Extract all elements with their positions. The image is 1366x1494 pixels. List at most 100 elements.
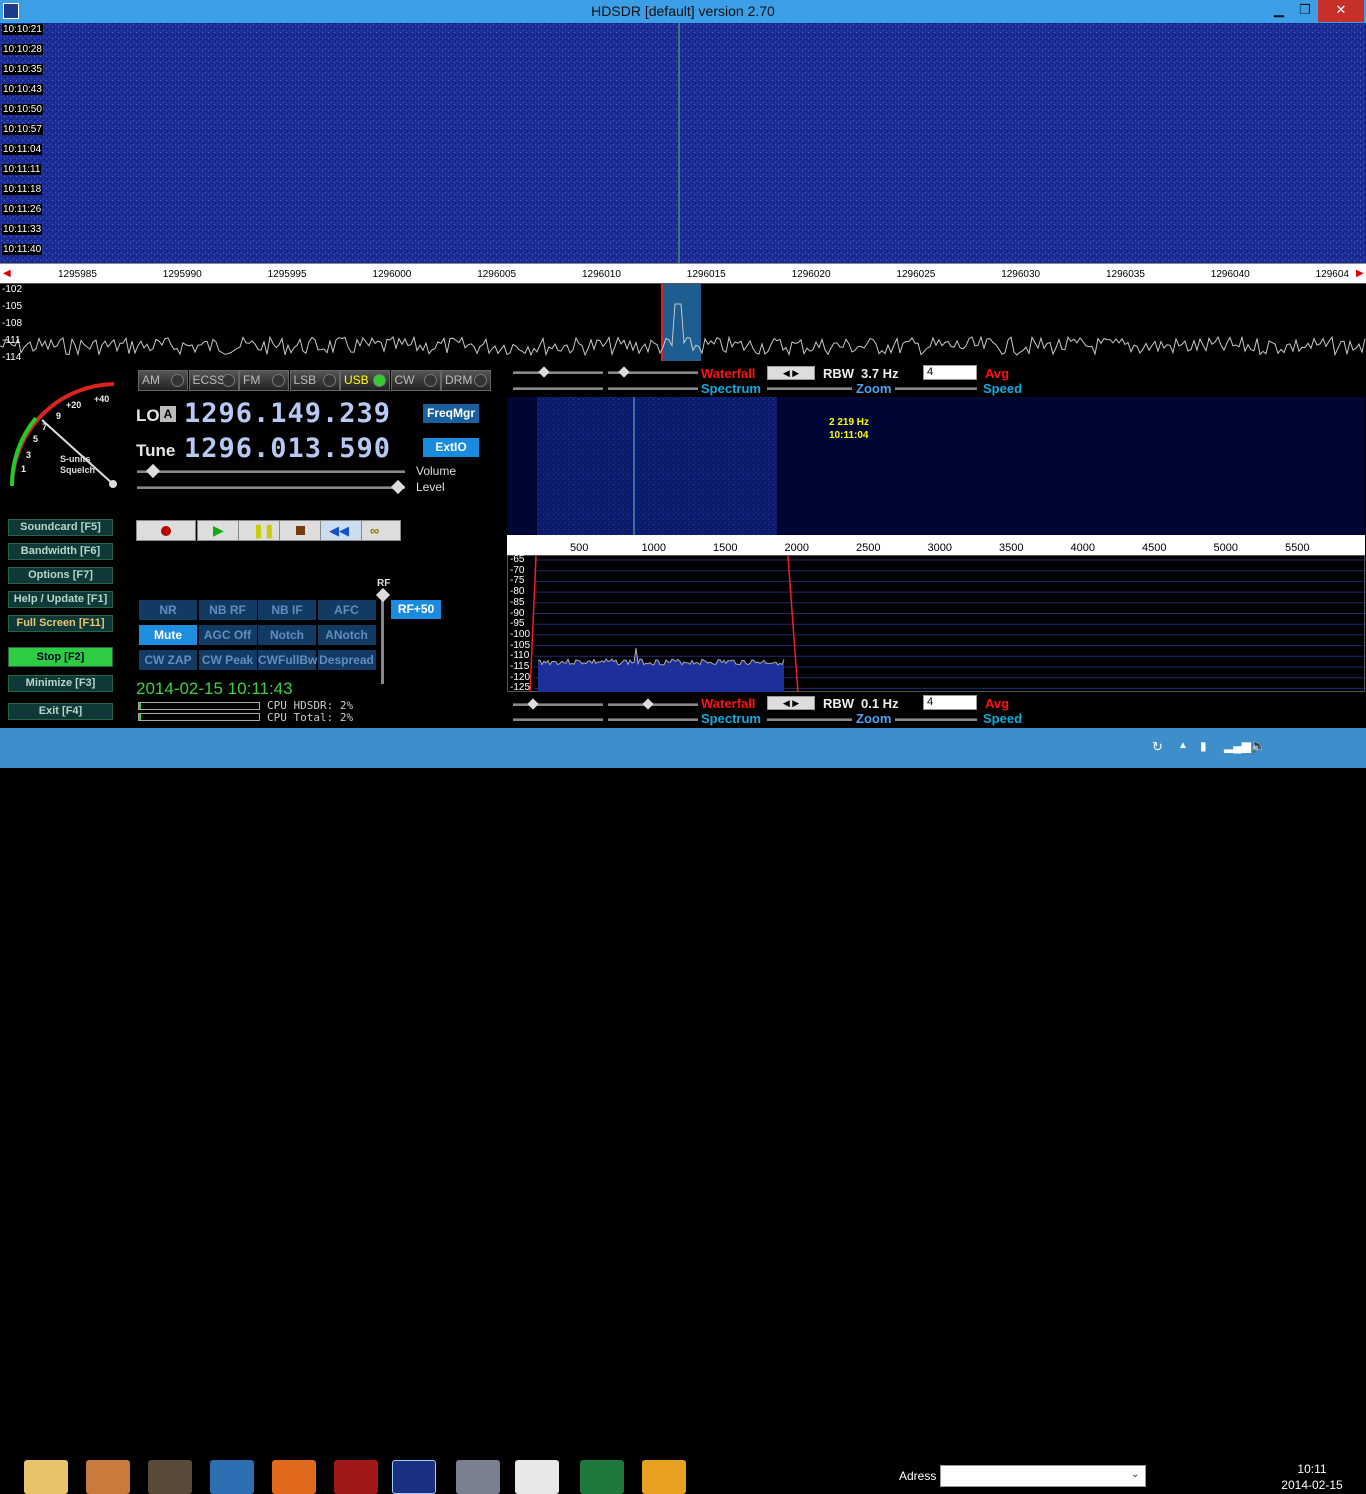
power-app-icon[interactable] (334, 1460, 378, 1494)
dsp-button-cw-peak[interactable]: CW Peak (198, 650, 257, 670)
mode-led-icon (221, 374, 235, 387)
top-waterfall-thumb-2[interactable] (618, 366, 630, 378)
volume-slider[interactable] (137, 470, 405, 473)
dsp-button-anotch[interactable]: ANotch (317, 625, 376, 645)
scroll-left-icon[interactable]: ◀ (3, 268, 11, 279)
waterfall-time-label: 10:11:33 (2, 224, 43, 235)
audio-db-label: -90 (510, 607, 525, 619)
main-waterfall[interactable]: 10:10:21 10:10:28 10:10:35 10:10:43 10:10:50… (0, 23, 1366, 263)
mode-button-lsb[interactable]: LSB (289, 370, 340, 391)
minimize-button[interactable]: Minimize [F3] (8, 675, 113, 692)
refresh-icon[interactable]: ↻ (1152, 739, 1163, 755)
top-rbw-arrows[interactable]: ◀ ▶ (767, 366, 815, 380)
frequency-tick: 1295995 (267, 269, 307, 280)
signal-icon[interactable]: ▂▄▆ (1224, 739, 1251, 753)
soundcard-button[interactable]: Soundcard [F5] (8, 519, 113, 536)
mode-button-fm[interactable]: FM (239, 370, 289, 391)
bottom-rbw-arrows[interactable]: ◀ ▶ (767, 696, 815, 710)
mode-button-ecss[interactable]: ECSS (188, 370, 239, 391)
dsp-button-despread[interactable]: Despread (317, 650, 376, 670)
audio-frequency-axis[interactable]: 500 1000 1500 2000 2500 3000 3500 4000 4500 5000 5… (507, 535, 1365, 555)
lo-frequency[interactable]: 1296.149.239 (184, 398, 391, 429)
audio-spectrum[interactable]: -65 -70 -75 -80 -85 -90 -95 -100 -105 -110 -115 -12… (507, 555, 1366, 693)
audio-db-label: -110 (510, 650, 530, 662)
top-waterfall-slider-1[interactable] (513, 371, 603, 374)
burst-app-icon[interactable] (642, 1460, 686, 1494)
exit-button[interactable]: Exit [F4] (8, 703, 113, 720)
settings-app-icon[interactable] (210, 1460, 254, 1494)
bandwidth-button[interactable]: Bandwidth [F6] (8, 543, 113, 560)
dsp-button-notch[interactable]: Notch (258, 625, 316, 645)
bottom-spectrum-slider-2[interactable] (608, 718, 698, 721)
speaker-app-icon[interactable] (148, 1460, 192, 1494)
s-meter-scale-label: +40 (94, 394, 110, 404)
bottom-avg-label: Avg (985, 696, 1010, 711)
bottom-waterfall-thumb-1[interactable] (527, 698, 539, 710)
maximize-window-button[interactable]: ❐ (1290, 0, 1320, 22)
close-window-button[interactable]: ✕ (1318, 0, 1364, 22)
bottom-avg-select[interactable]: 4 (923, 695, 977, 710)
firefox-icon[interactable] (272, 1460, 316, 1494)
help-update-button[interactable]: Help / Update [F1] (8, 591, 113, 608)
dsp-button-cw-zap[interactable]: CW ZAP (139, 650, 197, 670)
bottom-spectrum-slider-1[interactable] (513, 718, 603, 721)
top-zoom-slider[interactable] (767, 387, 852, 390)
audio-frequency-tick: 3500 (999, 542, 1024, 554)
top-speed-slider[interactable] (895, 387, 977, 390)
dsp-button-nb-if[interactable]: NB IF (258, 600, 316, 620)
mode-button-cw[interactable]: CW (390, 370, 441, 391)
mode-button-usb[interactable]: USB (340, 370, 390, 391)
extio-button[interactable]: ExtIO (423, 438, 479, 457)
mode-label: CW (394, 373, 415, 387)
address-input[interactable]: ⌄ (940, 1465, 1146, 1487)
frequency-axis[interactable]: ◀ ▶ 1295985 1295990 1295995 1296000 1296005 1… (0, 263, 1366, 283)
rf-slider[interactable] (381, 592, 384, 684)
tune-frequency[interactable]: 1296.013.590 (184, 433, 391, 464)
bottom-zoom-slider[interactable] (767, 718, 852, 721)
volume-icon[interactable]: 🔈 (1250, 738, 1266, 754)
dsp-button-afc[interactable]: AFC (317, 600, 376, 620)
tray-expand-icon[interactable]: ▲ (1178, 740, 1188, 751)
mode-button-drm[interactable]: DRM (441, 370, 491, 391)
dsp-button-agc-off[interactable]: AGC Off (198, 625, 257, 645)
top-waterfall-thumb-1[interactable] (538, 366, 550, 378)
record-button[interactable] (136, 520, 196, 541)
dsp-button-nr[interactable]: NR (139, 600, 197, 620)
dsp-button-mute[interactable]: Mute (139, 625, 197, 645)
main-spectrum[interactable]: -102 -105 -108 -111 -114 (0, 283, 1366, 363)
file-explorer-icon[interactable] (24, 1460, 68, 1494)
top-avg-select[interactable]: 4 (923, 365, 977, 380)
options-button[interactable]: Options [F7] (8, 567, 113, 584)
lo-badge[interactable]: A (160, 406, 176, 422)
excel-icon[interactable] (580, 1460, 624, 1494)
fullscreen-button[interactable]: Full Screen [F11] (8, 615, 113, 632)
dsp-button-cwfullbw[interactable]: CWFullBw (258, 650, 317, 670)
app-icon-1[interactable] (86, 1460, 130, 1494)
audio-waterfall-content (537, 397, 777, 535)
audio-waterfall[interactable]: 2 219 Hz 10:11:04 (507, 397, 1365, 535)
audio-frequency-tick: 2000 (784, 542, 809, 554)
stop-button[interactable]: Stop [F2] (8, 647, 113, 667)
clock-app-icon[interactable] (515, 1460, 559, 1494)
hdsdr-taskbar-icon[interactable] (392, 1460, 436, 1494)
top-zoom-label: Zoom (856, 381, 892, 396)
mode-label: ECSS (192, 373, 226, 387)
mode-button-am[interactable]: AM (138, 370, 188, 391)
rf-gain-button[interactable]: RF+50 (391, 600, 441, 619)
battery-icon[interactable]: ▮ (1200, 739, 1207, 753)
freqmgr-button[interactable]: FreqMgr (423, 404, 479, 423)
audio-db-label: -80 (510, 586, 525, 598)
mode-led-icon (272, 374, 285, 387)
rocket-app-icon[interactable] (456, 1460, 500, 1494)
bottom-speed-slider[interactable] (895, 718, 977, 721)
level-slider[interactable] (137, 486, 405, 489)
top-spectrum-slider-2[interactable] (608, 387, 698, 390)
chevron-down-icon[interactable]: ⌄ (1131, 1469, 1139, 1480)
bottom-waterfall-thumb-2[interactable] (642, 698, 654, 710)
top-spectrum-slider-1[interactable] (513, 387, 603, 390)
dsp-button-nb-rf[interactable]: NB RF (198, 600, 257, 620)
scroll-right-icon[interactable]: ▶ (1356, 268, 1364, 279)
waterfall-time-label: 10:10:57 (2, 124, 43, 135)
loop-button[interactable]: ∞ (361, 520, 401, 541)
tray-clock[interactable]: 10:11 2014-02-15 (1280, 1461, 1344, 1493)
